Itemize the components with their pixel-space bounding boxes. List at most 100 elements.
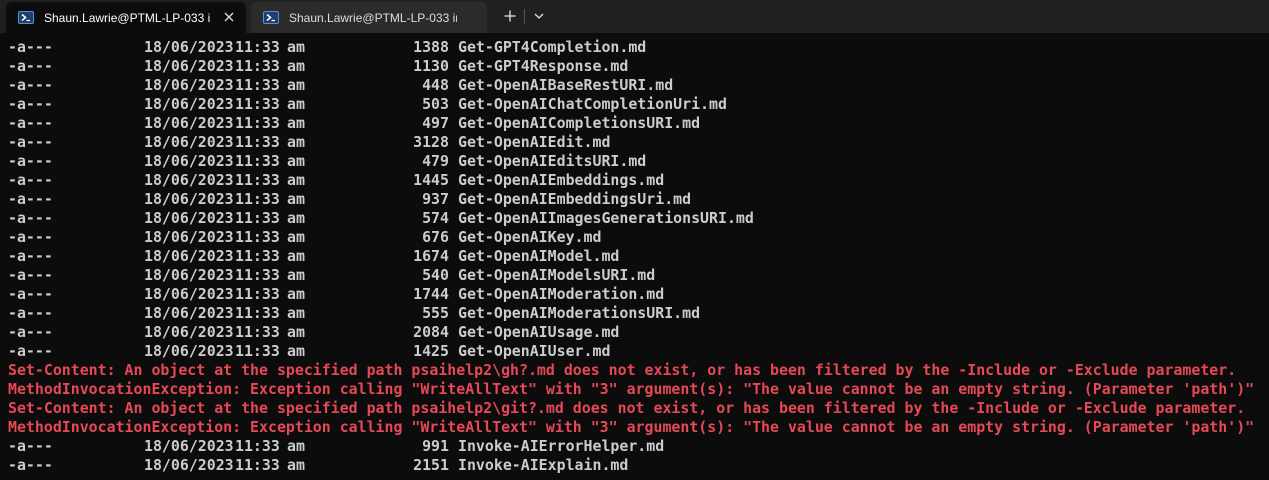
file-length: 676 [422, 228, 449, 246]
file-length: 1130 [413, 57, 449, 75]
file-date: 18/06/2023 [144, 285, 234, 303]
file-ampm: am [287, 209, 305, 227]
file-mode: -a--- [8, 190, 53, 208]
file-name: Get-OpenAIModelsURI.md [458, 266, 656, 284]
powershell-icon [18, 11, 34, 24]
file-ampm: am [287, 437, 305, 455]
powershell-icon [263, 11, 279, 24]
file-ampm: am [287, 247, 305, 265]
tab-bar: Shaun.Lawrie@PTML-LP-033 i Shaun.Lawrie@… [0, 0, 1269, 33]
file-name: Get-OpenAIModeration.md [458, 285, 665, 303]
file-ampm: am [287, 323, 305, 341]
tab-label: Shaun.Lawrie@PTML-LP-033 i [44, 10, 211, 25]
file-date: 18/06/2023 [144, 57, 234, 75]
error-line: MethodInvocationException: Exception cal… [8, 418, 1255, 436]
file-time: 11:33 [235, 76, 280, 94]
file-ampm: am [287, 133, 305, 151]
file-name: Get-OpenAIBaseRestURI.md [458, 76, 674, 94]
file-date: 18/06/2023 [144, 228, 234, 246]
file-time: 11:33 [235, 171, 280, 189]
file-time: 11:33 [235, 323, 280, 341]
error-line: MethodInvocationException: Exception cal… [8, 380, 1255, 398]
file-date: 18/06/2023 [144, 342, 234, 360]
file-time: 11:33 [235, 38, 280, 56]
file-name: Get-OpenAICompletionsURI.md [458, 114, 701, 132]
file-ampm: am [287, 76, 305, 94]
error-line: Set-Content: An object at the specified … [8, 399, 1246, 417]
file-time: 11:33 [235, 209, 280, 227]
file-date: 18/06/2023 [144, 76, 234, 94]
file-mode: -a--- [8, 437, 53, 455]
file-date: 18/06/2023 [144, 437, 234, 455]
file-date: 18/06/2023 [144, 323, 234, 341]
file-name: Get-OpenAIKey.md [458, 228, 602, 246]
file-name: Invoke-AIExplain.md [458, 456, 629, 474]
tab-label: Shaun.Lawrie@PTML-LP-033 in [289, 10, 457, 25]
file-time: 11:33 [235, 228, 280, 246]
file-time: 11:33 [235, 95, 280, 113]
file-ampm: am [287, 190, 305, 208]
file-mode: -a--- [8, 247, 53, 265]
file-mode: -a--- [8, 456, 53, 474]
file-length: 1425 [413, 342, 449, 360]
file-mode: -a--- [8, 285, 53, 303]
file-time: 11:33 [235, 152, 280, 170]
file-length: 3128 [413, 133, 449, 151]
file-time: 11:33 [235, 190, 280, 208]
error-line: Set-Content: An object at the specified … [8, 361, 1237, 379]
file-name: Get-OpenAIUser.md [458, 342, 611, 360]
file-mode: -a--- [8, 57, 53, 75]
file-ampm: am [287, 304, 305, 322]
file-time: 11:33 [235, 57, 280, 75]
chevron-down-icon [534, 13, 544, 19]
file-length: 1445 [413, 171, 449, 189]
close-icon[interactable] [222, 10, 236, 24]
file-length: 1744 [413, 285, 449, 303]
file-date: 18/06/2023 [144, 95, 234, 113]
file-mode: -a--- [8, 342, 53, 360]
file-time: 11:33 [235, 437, 280, 455]
file-length: 574 [422, 209, 449, 227]
file-date: 18/06/2023 [144, 247, 234, 265]
file-time: 11:33 [235, 304, 280, 322]
file-time: 11:33 [235, 285, 280, 303]
file-ampm: am [287, 456, 305, 474]
file-mode: -a--- [8, 38, 53, 56]
file-length: 937 [422, 190, 449, 208]
file-name: Get-OpenAIModel.md [458, 247, 620, 265]
file-name: Get-GPT4Completion.md [458, 38, 647, 56]
file-length: 2084 [413, 323, 449, 341]
tab-powershell-2[interactable]: Shaun.Lawrie@PTML-LP-033 in [251, 2, 487, 33]
file-ampm: am [287, 57, 305, 75]
file-ampm: am [287, 342, 305, 360]
file-name: Get-OpenAIEmbeddings.md [458, 171, 665, 189]
file-length: 2151 [413, 456, 449, 474]
file-time: 11:33 [235, 456, 280, 474]
file-mode: -a--- [8, 171, 53, 189]
file-time: 11:33 [235, 266, 280, 284]
file-ampm: am [287, 38, 305, 56]
tab-powershell-1[interactable]: Shaun.Lawrie@PTML-LP-033 i [6, 2, 246, 33]
file-time: 11:33 [235, 247, 280, 265]
file-name: Get-OpenAIEditsURI.md [458, 152, 647, 170]
file-ampm: am [287, 114, 305, 132]
file-mode: -a--- [8, 209, 53, 227]
file-length: 1674 [413, 247, 449, 265]
file-length: 1388 [413, 38, 449, 56]
file-ampm: am [287, 228, 305, 246]
file-name: Get-OpenAIModerationsURI.md [458, 304, 701, 322]
file-mode: -a--- [8, 152, 53, 170]
file-ampm: am [287, 171, 305, 189]
file-date: 18/06/2023 [144, 171, 234, 189]
file-date: 18/06/2023 [144, 190, 234, 208]
tab-dropdown-button[interactable] [526, 4, 552, 28]
plus-icon [504, 10, 516, 22]
new-tab-button[interactable] [497, 4, 523, 28]
file-date: 18/06/2023 [144, 304, 234, 322]
terminal-output[interactable]: -a--- 18/06/2023 11:33 am 1388 Get-GPT4Comple… [0, 38, 1269, 480]
file-mode: -a--- [8, 95, 53, 113]
file-mode: -a--- [8, 76, 53, 94]
file-mode: -a--- [8, 266, 53, 284]
file-date: 18/06/2023 [144, 133, 234, 151]
file-length: 991 [422, 437, 449, 455]
